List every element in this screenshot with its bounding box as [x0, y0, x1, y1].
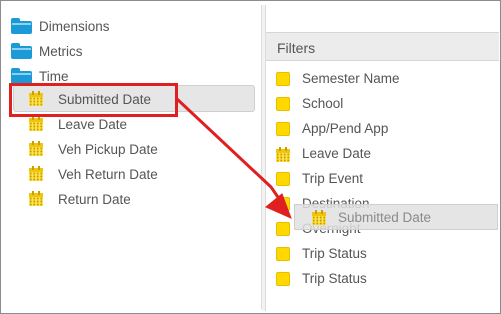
annotation-highlight-box [9, 83, 178, 117]
calendar-icon [29, 141, 43, 156]
folder-icon [11, 18, 32, 34]
filters-header: Filters [266, 33, 499, 61]
dimension-square-icon [276, 272, 290, 286]
dimension-square-icon [276, 122, 290, 136]
tree-item-veh-pickup-date[interactable]: Veh Pickup Date [29, 137, 158, 161]
filters-title: Filters [277, 40, 316, 56]
tree-item-veh-return-date[interactable]: Veh Return Date [29, 162, 158, 186]
dimension-square-icon [276, 97, 290, 111]
drag-ghost-label: Submitted Date [338, 210, 432, 225]
filter-item-semester-name[interactable]: Semester Name [302, 71, 400, 86]
drag-ghost-submitted-date[interactable]: Submitted Date [294, 204, 498, 230]
filter-item-leave-date[interactable]: Leave Date [302, 146, 371, 161]
tree-item-label: Veh Pickup Date [58, 141, 158, 157]
tree-item-label: Veh Return Date [58, 166, 158, 182]
calendar-icon [276, 147, 290, 162]
filter-item-trip-status-2[interactable]: Trip Status [302, 271, 367, 286]
filter-item-school[interactable]: School [302, 96, 343, 111]
dimension-square-icon [276, 247, 290, 261]
filter-item-trip-status[interactable]: Trip Status [302, 246, 367, 261]
calendar-icon [29, 116, 43, 131]
folder-icon [11, 43, 32, 59]
folder-icon [11, 68, 32, 84]
folder-label: Time [39, 68, 69, 84]
dimension-square-icon [276, 197, 290, 211]
right-toolbar-area [266, 5, 499, 33]
tree-item-return-date[interactable]: Return Date [29, 187, 131, 211]
dimension-square-icon [276, 172, 290, 186]
calendar-icon [29, 166, 43, 181]
folder-label: Dimensions [39, 18, 110, 34]
calendar-icon [29, 191, 43, 206]
folder-label: Metrics [39, 43, 83, 59]
tree-item-label: Return Date [58, 191, 131, 207]
tree-item-label: Leave Date [58, 116, 128, 132]
calendar-icon [312, 210, 326, 225]
dimension-square-icon [276, 72, 290, 86]
folder-dimensions[interactable]: Dimensions [11, 14, 110, 38]
filters-panel: Filters Semester Name School App/Pend Ap… [265, 5, 499, 311]
filters-list: Semester Name School App/Pend App Leave … [266, 61, 499, 311]
folder-metrics[interactable]: Metrics [11, 39, 83, 63]
filter-item-app-pend-app[interactable]: App/Pend App [302, 121, 388, 136]
filter-item-trip-event[interactable]: Trip Event [302, 171, 363, 186]
dimension-square-icon [276, 222, 290, 236]
window-frame: Dimensions Metrics Time Submitted Date L… [0, 0, 501, 314]
